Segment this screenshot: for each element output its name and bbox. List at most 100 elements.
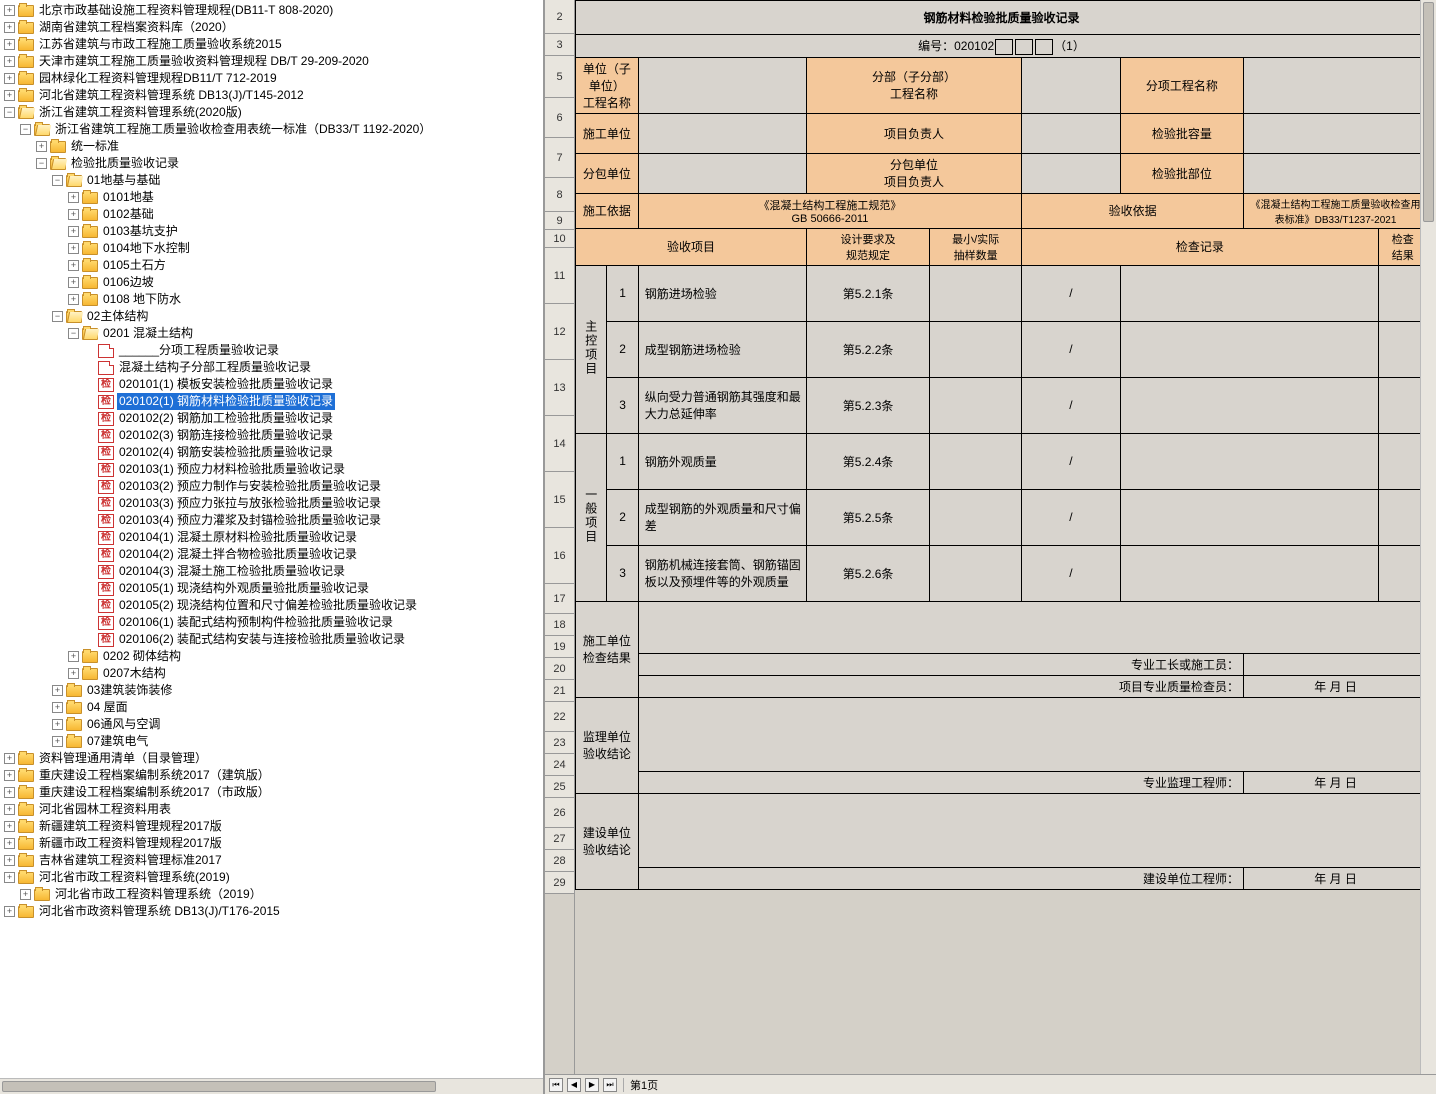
tree-item[interactable]: +0108 地下防水 bbox=[0, 291, 543, 308]
tree-item[interactable]: +新疆建筑工程资料管理规程2017版 bbox=[0, 818, 543, 835]
row-number[interactable]: 25 bbox=[545, 776, 574, 798]
tree-item[interactable]: +江苏省建筑与市政工程施工质量验收系统2015 bbox=[0, 36, 543, 53]
tree-item[interactable]: +河北省市政工程资料管理系统（2019） bbox=[0, 886, 543, 903]
row-number[interactable]: 22 bbox=[545, 702, 574, 732]
tree-item[interactable]: +06通风与空调 bbox=[0, 716, 543, 733]
tree-item[interactable]: +07建筑电气 bbox=[0, 733, 543, 750]
tree-item[interactable]: 检020106(2) 装配式结构安装与连接检验批质量验收记录 bbox=[0, 631, 543, 648]
tree-item[interactable]: 检020101(1) 模板安装检验批质量验收记录 bbox=[0, 376, 543, 393]
row-number[interactable]: 26 bbox=[545, 798, 574, 828]
tree-item[interactable]: 检020102(2) 钢筋加工检验批质量验收记录 bbox=[0, 410, 543, 427]
tree-item[interactable]: −浙江省建筑工程资料管理系统(2020版) bbox=[0, 104, 543, 121]
tree-toggle[interactable]: + bbox=[52, 685, 63, 696]
tree-toggle[interactable]: + bbox=[4, 770, 15, 781]
tree-item[interactable]: +重庆建设工程档案编制系统2017（建筑版） bbox=[0, 767, 543, 784]
tree-toggle[interactable]: − bbox=[52, 175, 63, 186]
tree-toggle[interactable]: + bbox=[52, 736, 63, 747]
right-v-scrollbar[interactable] bbox=[1420, 0, 1436, 1074]
tree-toggle[interactable]: + bbox=[4, 5, 15, 16]
row-number[interactable]: 13 bbox=[545, 360, 574, 416]
tree-toggle[interactable]: + bbox=[68, 260, 79, 271]
tree-item[interactable]: +0207木结构 bbox=[0, 665, 543, 682]
row-number[interactable]: 10 bbox=[545, 230, 574, 248]
tree-item[interactable]: ______分项工程质量验收记录 bbox=[0, 342, 543, 359]
tree-item[interactable]: +园林绿化工程资料管理规程DB11/T 712-2019 bbox=[0, 70, 543, 87]
tree-item[interactable]: 检020104(3) 混凝土施工检验批质量验收记录 bbox=[0, 563, 543, 580]
tree-item[interactable]: 检020102(4) 钢筋安装检验批质量验收记录 bbox=[0, 444, 543, 461]
tree-item[interactable]: 检020103(1) 预应力材料检验批质量验收记录 bbox=[0, 461, 543, 478]
row-number[interactable]: 21 bbox=[545, 680, 574, 702]
tree-toggle[interactable]: + bbox=[68, 668, 79, 679]
tree-toggle[interactable]: + bbox=[4, 39, 15, 50]
tree-item[interactable]: +河北省市政工程资料管理系统(2019) bbox=[0, 869, 543, 886]
tree-item[interactable]: 检020105(1) 现浇结构外观质量验批质量验收记录 bbox=[0, 580, 543, 597]
row-number[interactable]: 3 bbox=[545, 34, 574, 56]
tree-toggle[interactable]: − bbox=[36, 158, 47, 169]
tree-item[interactable]: 检020104(1) 混凝土原材料检验批质量验收记录 bbox=[0, 529, 543, 546]
tree-item[interactable]: −01地基与基础 bbox=[0, 172, 543, 189]
tree-item[interactable]: +03建筑装饰装修 bbox=[0, 682, 543, 699]
tree-item[interactable]: −02主体结构 bbox=[0, 308, 543, 325]
tree-toggle[interactable]: + bbox=[4, 855, 15, 866]
row-number[interactable]: 17 bbox=[545, 584, 574, 614]
row-number[interactable]: 27 bbox=[545, 828, 574, 850]
tree-item[interactable]: 检020103(4) 预应力灌浆及封锚检验批质量验收记录 bbox=[0, 512, 543, 529]
tree-toggle[interactable]: − bbox=[20, 124, 31, 135]
row-number[interactable]: 6 bbox=[545, 98, 574, 138]
tree-item[interactable]: 检020106(1) 装配式结构预制构件检验批质量验收记录 bbox=[0, 614, 543, 631]
tree-item[interactable]: +0103基坑支护 bbox=[0, 223, 543, 240]
row-number[interactable]: 19 bbox=[545, 636, 574, 658]
tree-toggle[interactable]: + bbox=[4, 22, 15, 33]
page-last-button[interactable]: ⏭ bbox=[603, 1078, 617, 1092]
page-prev-button[interactable]: ◀ bbox=[567, 1078, 581, 1092]
row-number[interactable]: 12 bbox=[545, 304, 574, 360]
row-number[interactable]: 15 bbox=[545, 472, 574, 528]
tree-toggle[interactable]: + bbox=[68, 243, 79, 254]
row-number[interactable]: 18 bbox=[545, 614, 574, 636]
row-number[interactable]: 11 bbox=[545, 248, 574, 304]
tree-item[interactable]: −浙江省建筑工程施工质量验收检查用表统一标准（DB33/T 1192-2020） bbox=[0, 121, 543, 138]
tree-item[interactable]: +重庆建设工程档案编制系统2017（市政版） bbox=[0, 784, 543, 801]
tree-toggle[interactable]: + bbox=[68, 277, 79, 288]
row-number[interactable]: 29 bbox=[545, 872, 574, 894]
row-number[interactable]: 5 bbox=[545, 56, 574, 98]
row-number[interactable]: 7 bbox=[545, 138, 574, 178]
tree-item[interactable]: +湖南省建筑工程档案资料库（2020） bbox=[0, 19, 543, 36]
tree-toggle[interactable]: − bbox=[52, 311, 63, 322]
tree-item[interactable]: +0101地基 bbox=[0, 189, 543, 206]
tree-item[interactable]: +河北省市政资料管理系统 DB13(J)/T176-2015 bbox=[0, 903, 543, 920]
row-number[interactable]: 20 bbox=[545, 658, 574, 680]
tree-toggle[interactable]: + bbox=[4, 753, 15, 764]
row-number[interactable]: 8 bbox=[545, 178, 574, 212]
tree-item[interactable]: 检020103(2) 预应力制作与安装检验批质量验收记录 bbox=[0, 478, 543, 495]
tree-item[interactable]: 检020102(1) 钢筋材料检验批质量验收记录 bbox=[0, 393, 543, 410]
tree-toggle[interactable]: + bbox=[4, 838, 15, 849]
tree-item[interactable]: +统一标准 bbox=[0, 138, 543, 155]
row-number[interactable]: 9 bbox=[545, 212, 574, 230]
tree-item[interactable]: 检020104(2) 混凝土拌合物检验批质量验收记录 bbox=[0, 546, 543, 563]
tree-toggle[interactable]: + bbox=[68, 226, 79, 237]
tree-item[interactable]: +吉林省建筑工程资料管理标准2017 bbox=[0, 852, 543, 869]
tree-item[interactable]: 检020103(3) 预应力张拉与放张检验批质量验收记录 bbox=[0, 495, 543, 512]
row-number[interactable]: 16 bbox=[545, 528, 574, 584]
row-number[interactable]: 28 bbox=[545, 850, 574, 872]
tree-item[interactable]: 混凝土结构子分部工程质量验收记录 bbox=[0, 359, 543, 376]
tree-item[interactable]: −检验批质量验收记录 bbox=[0, 155, 543, 172]
tree-item[interactable]: +0104地下水控制 bbox=[0, 240, 543, 257]
tree-toggle[interactable]: + bbox=[68, 294, 79, 305]
tree-item[interactable]: +0105土石方 bbox=[0, 257, 543, 274]
tree-item[interactable]: +天津市建筑工程施工质量验收资料管理规程 DB/T 29-209-2020 bbox=[0, 53, 543, 70]
tree-toggle[interactable]: − bbox=[4, 107, 15, 118]
tree-toggle[interactable]: + bbox=[20, 889, 31, 900]
tree-toggle[interactable]: + bbox=[4, 804, 15, 815]
page-next-button[interactable]: ▶ bbox=[585, 1078, 599, 1092]
tree-toggle[interactable]: − bbox=[68, 328, 79, 339]
tree-item[interactable]: +04 屋面 bbox=[0, 699, 543, 716]
page-first-button[interactable]: ⏮ bbox=[549, 1078, 563, 1092]
tree-toggle[interactable]: + bbox=[4, 56, 15, 67]
row-number[interactable]: 23 bbox=[545, 732, 574, 754]
tree-item[interactable]: −0201 混凝土结构 bbox=[0, 325, 543, 342]
tree-item[interactable]: +0102基础 bbox=[0, 206, 543, 223]
tree-item[interactable]: +0106边坡 bbox=[0, 274, 543, 291]
row-number[interactable]: 24 bbox=[545, 754, 574, 776]
